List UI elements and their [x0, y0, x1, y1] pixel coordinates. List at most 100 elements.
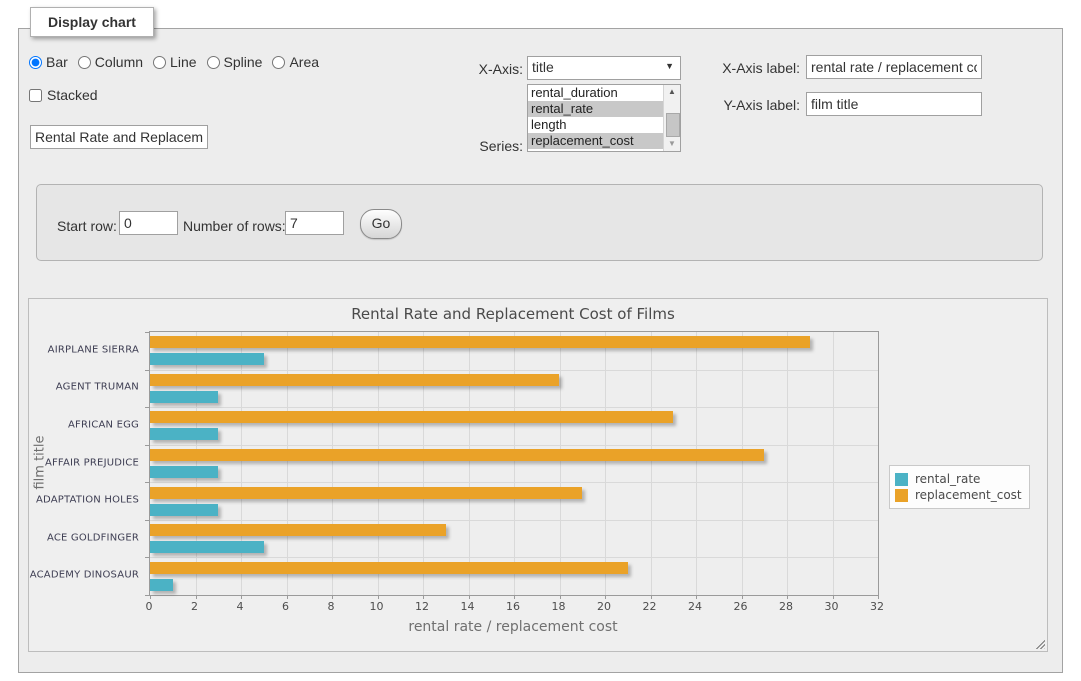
bar-rental_rate	[150, 428, 218, 440]
x-tick-mark	[332, 595, 333, 599]
scrollbar-thumb[interactable]	[666, 113, 680, 137]
gridline-horizontal	[150, 557, 878, 558]
series-list-scrollbar[interactable]: ▲ ▼	[663, 85, 680, 151]
bar-rental_rate	[150, 466, 218, 478]
series-option-rental_rate[interactable]: rental_rate	[528, 101, 663, 117]
x-tick-mark	[833, 595, 834, 599]
bar-replacement_cost	[150, 449, 764, 461]
x-tick-mark	[696, 595, 697, 599]
chart-type-label: Spline	[224, 54, 263, 70]
chart-type-radio-line[interactable]	[153, 56, 166, 69]
fieldset-legend-title: Display chart	[30, 7, 154, 37]
gridline-horizontal	[150, 445, 878, 446]
chart-type-option-spline[interactable]: Spline	[207, 54, 263, 70]
bar-replacement_cost	[150, 411, 673, 423]
x-tick-label: 32	[870, 600, 884, 613]
y-tick-mark	[145, 482, 150, 483]
gridline-horizontal	[150, 407, 878, 408]
y-axis-label-input[interactable]	[806, 92, 982, 116]
stacked-row[interactable]: Stacked	[29, 87, 98, 103]
stacked-checkbox[interactable]	[29, 89, 42, 102]
series-list[interactable]: rental_durationrental_ratelengthreplacem…	[527, 84, 681, 152]
chevron-down-icon: ▼	[665, 61, 674, 71]
y-category-label: AFFAIR PREJUDICE	[45, 457, 139, 468]
bar-rental_rate	[150, 504, 218, 516]
x-tick-mark	[787, 595, 788, 599]
y-tick-mark	[145, 370, 150, 371]
x-tick-mark	[651, 595, 652, 599]
bar-replacement_cost	[150, 374, 559, 386]
legend-entry-replacement_cost: replacement_cost	[895, 488, 1022, 502]
chart-type-label: Area	[289, 54, 319, 70]
x-tick-label: 26	[734, 600, 748, 613]
series-option-rental_duration[interactable]: rental_duration	[528, 85, 663, 101]
stacked-label: Stacked	[47, 87, 98, 103]
bar-replacement_cost	[150, 487, 582, 499]
chart-legend: rental_rate replacement_cost	[889, 465, 1030, 509]
x-tick-mark	[423, 595, 424, 599]
bar-rental_rate	[150, 391, 218, 403]
x-tick-label: 12	[415, 600, 429, 613]
chart-type-radio-bar[interactable]	[29, 56, 42, 69]
x-tick-mark	[196, 595, 197, 599]
y-category-label: ACADEMY DINOSAUR	[30, 570, 139, 581]
start-row-input[interactable]	[119, 211, 178, 235]
series-option-length[interactable]: length	[528, 117, 663, 133]
scroll-down-icon[interactable]: ▼	[664, 137, 680, 151]
x-axis-selected-value: title	[532, 59, 554, 75]
x-tick-label: 0	[146, 600, 153, 613]
x-tick-label: 30	[825, 600, 839, 613]
chart-title-input[interactable]	[30, 125, 208, 149]
chart-type-option-column[interactable]: Column	[78, 54, 143, 70]
chart-type-radio-area[interactable]	[272, 56, 285, 69]
scroll-up-icon[interactable]: ▲	[664, 85, 680, 99]
y-tick-mark	[145, 445, 150, 446]
resize-handle-icon[interactable]	[1034, 638, 1045, 649]
chart-type-radio-spline[interactable]	[207, 56, 220, 69]
chart-type-option-line[interactable]: Line	[153, 54, 196, 70]
x-tick-label: 4	[237, 600, 244, 613]
bar-replacement_cost	[150, 336, 810, 348]
x-axis-select[interactable]: title ▼	[527, 56, 681, 80]
chart-type-radio-column[interactable]	[78, 56, 91, 69]
gridline-vertical	[469, 332, 470, 595]
bar-replacement_cost	[150, 524, 446, 536]
gridline-horizontal	[150, 370, 878, 371]
num-rows-input[interactable]	[285, 211, 344, 235]
x-tick-label: 8	[328, 600, 335, 613]
plot-area	[149, 331, 879, 596]
chart-type-option-area[interactable]: Area	[272, 54, 319, 70]
x-tick-mark	[514, 595, 515, 599]
x-axis-title: rental rate / replacement cost	[149, 619, 877, 635]
chart-type-row: Bar Column Line Spline Area	[29, 54, 325, 70]
x-tick-mark	[378, 595, 379, 599]
x-tick-label: 14	[461, 600, 475, 613]
bar-rental_rate	[150, 353, 264, 365]
gridline-horizontal	[150, 482, 878, 483]
chart-type-option-bar[interactable]: Bar	[29, 54, 68, 70]
x-tick-label: 2	[191, 600, 198, 613]
legend-swatch-rental_rate	[895, 473, 908, 486]
chart-type-label: Line	[170, 54, 196, 70]
x-axis-select-label: X-Axis:	[455, 61, 523, 77]
gridline-vertical	[605, 332, 606, 595]
x-tick-label: 24	[688, 600, 702, 613]
y-axis-label-label: Y-Axis label:	[712, 97, 800, 113]
legend-entry-rental_rate: rental_rate	[895, 472, 1022, 486]
x-tick-mark	[878, 595, 879, 599]
x-tick-label: 16	[506, 600, 520, 613]
x-tick-mark	[287, 595, 288, 599]
x-tick-mark	[560, 595, 561, 599]
start-row-label: Start row:	[57, 218, 117, 234]
series-option-replacement_cost[interactable]: replacement_cost	[528, 133, 663, 149]
gridline-vertical	[514, 332, 515, 595]
go-button[interactable]: Go	[360, 209, 402, 239]
gridline-vertical	[833, 332, 834, 595]
y-category-label: AIRPLANE SIERRA	[48, 344, 139, 355]
x-axis-label-input[interactable]	[806, 55, 982, 79]
x-tick-label: 28	[779, 600, 793, 613]
series-list-options: rental_durationrental_ratelengthreplacem…	[528, 85, 663, 149]
legend-swatch-replacement_cost	[895, 489, 908, 502]
bar-rental_rate	[150, 541, 264, 553]
legend-label: rental_rate	[915, 472, 980, 486]
